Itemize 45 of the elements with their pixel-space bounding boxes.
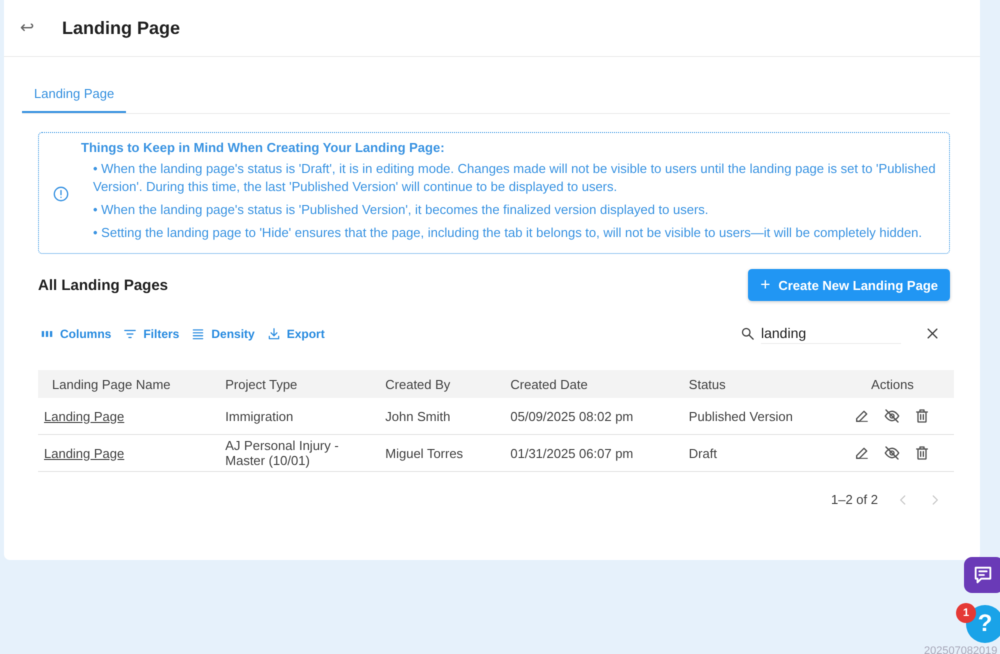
chat-icon: [972, 564, 994, 586]
notice-title: Things to Keep in Mind When Creating Your Landing Page:: [81, 140, 446, 155]
table-cell: Immigration: [211, 398, 372, 434]
table-cell: Miguel Torres: [371, 434, 496, 472]
edit-icon[interactable]: [854, 408, 870, 424]
version-text: 202507082019: [924, 645, 998, 654]
page-title: Landing Page: [62, 18, 180, 38]
landing-page-link[interactable]: Landing Page: [44, 446, 124, 460]
notice-text: • Setting the landing page to 'Hide' ensures that the page, including the tab it belongs to, will not be visible to users—it will be completely hidden.: [93, 224, 924, 242]
edit-icon[interactable]: [854, 445, 870, 461]
info-icon: [53, 186, 69, 202]
eye-off-icon[interactable]: [884, 445, 900, 461]
column-header: Project Type: [211, 370, 372, 398]
section-title: All Landing Pages: [38, 276, 168, 294]
table-cell: 05/09/2025 08:02 pm: [496, 398, 675, 434]
table-cell: 01/31/2025 06:07 pm: [496, 434, 675, 472]
back-icon[interactable]: ↩: [20, 18, 40, 38]
close-icon[interactable]: [925, 326, 940, 341]
toolbar-button[interactable]: Columns: [38, 326, 114, 340]
table-cell: AJ Personal Injury - Master (10/01): [211, 434, 372, 472]
trash-icon[interactable]: [914, 408, 930, 424]
chat-button[interactable]: [964, 557, 1000, 593]
column-header: Created By: [371, 370, 496, 398]
table-cell: Published Version: [674, 398, 831, 434]
landing-page-link[interactable]: Landing Page: [44, 408, 124, 424]
toolbar-button[interactable]: Filters: [121, 326, 182, 340]
notice-text: • When the landing page's status is 'Published Version', it becomes the finalized version displayed to users.: [93, 201, 710, 219]
download-icon: [266, 326, 281, 340]
notification-badge: 1: [956, 603, 976, 623]
tab[interactable]: Landing Page: [22, 74, 126, 113]
eye-off-icon[interactable]: [884, 408, 900, 424]
trash-icon[interactable]: [914, 445, 930, 461]
column-header: Created Date: [496, 370, 675, 398]
table-cell: Draft: [674, 434, 831, 472]
column-header: Landing Page Name: [38, 370, 212, 398]
notice-text: • When the landing page's status is 'Draft', it is in editing mode. Changes made will not be visible to users until the landing page is set to 'Published Version'. During this time, the last 'Published Version' will continue to be displayed to users.: [93, 160, 937, 196]
search-icon: [740, 326, 755, 341]
table-cell: John Smith: [371, 398, 496, 434]
list-icon: [191, 326, 206, 340]
toolbar-button[interactable]: Density: [189, 326, 257, 340]
toolbar-button[interactable]: Export: [264, 326, 327, 340]
create-button[interactable]: + Create New Landing Page: [748, 269, 950, 301]
column-header: Status: [674, 370, 831, 398]
pagination-range: 1–2 of 2: [831, 492, 878, 507]
column-header: Actions: [830, 370, 954, 398]
